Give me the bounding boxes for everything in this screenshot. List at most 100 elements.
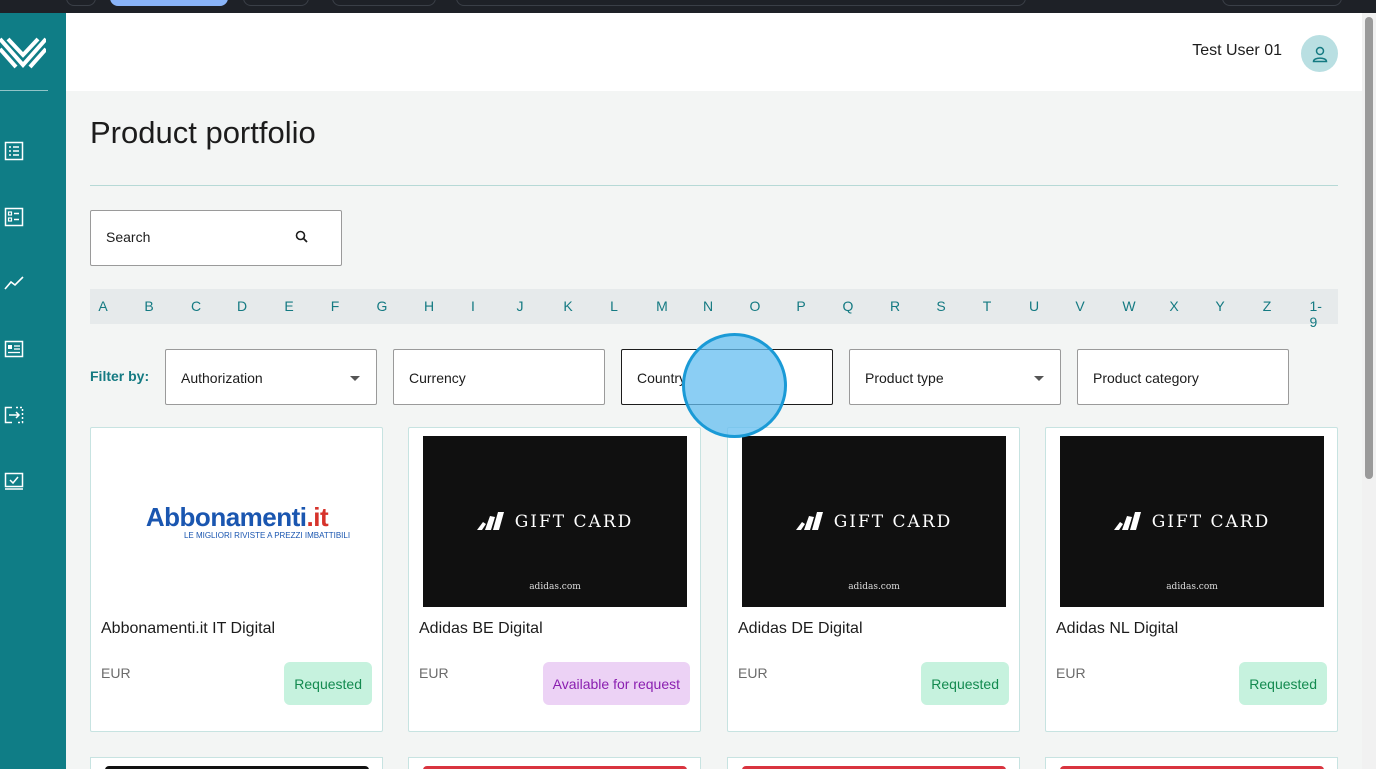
alphabet-letter-u[interactable]: U — [1029, 298, 1039, 314]
article-icon[interactable] — [4, 339, 24, 359]
authorization-label: Authorization — [181, 370, 263, 386]
gift-card-text: GIFT CARD — [1060, 512, 1324, 532]
alphabet-letter-j[interactable]: J — [517, 298, 524, 314]
product-card[interactable] — [90, 757, 383, 769]
search-box[interactable] — [90, 210, 342, 266]
list-icon[interactable] — [4, 141, 24, 161]
product-image-abbonamenti: Abbonamenti.it LE MIGLIORI RIVISTE A PRE… — [105, 436, 369, 607]
filter-by-label: Filter by: — [90, 368, 150, 384]
product-currency: EUR — [101, 665, 131, 681]
product-currency: EUR — [738, 665, 768, 681]
product-card[interactable]: GIFT CARD adidas.com Adidas BE Digital E… — [408, 427, 701, 732]
product-type-dropdown[interactable]: Product type — [849, 349, 1061, 405]
alphabet-letter-w[interactable]: W — [1122, 298, 1135, 314]
alphabet-letter-n[interactable]: N — [703, 298, 713, 314]
product-name[interactable]: Adidas BE Digital — [419, 620, 543, 638]
product-category-field[interactable]: Product category — [1077, 349, 1289, 405]
alphabet-letter-v[interactable]: V — [1075, 298, 1084, 314]
product-currency: EUR — [419, 665, 449, 681]
adidas-logo-icon — [795, 512, 823, 530]
product-card[interactable]: Abbonamenti.it LE MIGLIORI RIVISTE A PRE… — [90, 427, 383, 732]
country-label: Country — [637, 370, 687, 386]
alphabet-letter-f[interactable]: F — [331, 298, 340, 314]
alphabet-filter-bar: A B C D E F G H I J K L M N O P Q R S T U V W X Y Z 1-9 — [90, 289, 1338, 330]
click-indicator — [682, 333, 787, 438]
browser-address-bar[interactable] — [456, 0, 1026, 6]
alphabet-letter-z[interactable]: Z — [1263, 298, 1272, 314]
currency-label: Currency — [409, 370, 466, 386]
browser-tab-strip — [0, 0, 1376, 13]
gift-card-url: adidas.com — [529, 582, 581, 592]
title-divider — [90, 185, 1338, 186]
status-badge: Requested — [921, 662, 1009, 705]
chevron-down-icon — [1034, 376, 1044, 381]
browser-tab[interactable] — [1222, 0, 1342, 6]
search-input[interactable] — [106, 229, 286, 245]
gift-card-text: GIFT CARD — [423, 512, 687, 532]
product-card[interactable]: GIFT CARD adidas.com Adidas NL Digital E… — [1045, 427, 1338, 732]
alphabet-letter-q[interactable]: Q — [843, 298, 854, 314]
alphabet-letter-y[interactable]: Y — [1215, 298, 1224, 314]
currency-field[interactable]: Currency — [393, 349, 605, 405]
alphabet-letter-t[interactable]: T — [983, 298, 992, 314]
product-name[interactable]: Adidas DE Digital — [738, 620, 863, 638]
alphabet-letter-o[interactable]: O — [750, 298, 761, 314]
sidebar-divider — [0, 90, 48, 91]
product-image-adidas: GIFT CARD adidas.com — [1060, 436, 1324, 607]
sidebar — [0, 13, 66, 769]
product-card[interactable] — [408, 757, 701, 769]
checklist-icon[interactable] — [4, 207, 24, 227]
alphabet-letter-k[interactable]: K — [563, 298, 572, 314]
status-badge: Requested — [284, 662, 372, 705]
transfer-icon[interactable] — [4, 405, 24, 425]
product-image-adidas: GIFT CARD adidas.com — [742, 436, 1006, 607]
status-badge: Requested — [1239, 662, 1327, 705]
gift-card-url: adidas.com — [848, 582, 900, 592]
alphabet-letter-p[interactable]: P — [796, 298, 805, 314]
alphabet-letter-s[interactable]: S — [936, 298, 945, 314]
product-image-adidas: GIFT CARD adidas.com — [423, 436, 687, 607]
trend-chart-icon[interactable] — [4, 273, 24, 293]
browser-tab[interactable] — [243, 0, 309, 6]
abbonamenti-logo: Abbonamenti.it LE MIGLIORI RIVISTE A PRE… — [145, 502, 351, 540]
alphabet-letter-1-9[interactable]: 1-9 — [1310, 298, 1329, 330]
adidas-logo-icon — [476, 512, 504, 530]
browser-tab[interactable] — [66, 0, 96, 6]
user-name[interactable]: Test User 01 — [1192, 42, 1282, 60]
alphabet-letter-g[interactable]: G — [377, 298, 388, 314]
alphabet-letter-x[interactable]: X — [1169, 298, 1178, 314]
product-name[interactable]: Abbonamenti.it IT Digital — [101, 620, 275, 638]
alphabet-letter-b[interactable]: B — [144, 298, 153, 314]
alphabet-letter-l[interactable]: L — [610, 298, 618, 314]
chevron-down-icon — [350, 376, 360, 381]
approval-icon[interactable] — [4, 471, 24, 491]
product-name[interactable]: Adidas NL Digital — [1056, 620, 1178, 638]
search-icon[interactable] — [294, 229, 310, 245]
product-card[interactable] — [727, 757, 1020, 769]
alphabet-letter-i[interactable]: I — [471, 298, 475, 314]
adidas-logo-icon — [1113, 512, 1141, 530]
status-badge: Available for request — [542, 662, 690, 705]
user-avatar[interactable] — [1301, 35, 1338, 72]
alphabet-letter-m[interactable]: M — [656, 298, 668, 314]
browser-tab-active[interactable] — [110, 0, 228, 6]
alphabet-letter-d[interactable]: D — [237, 298, 247, 314]
alphabet-letter-r[interactable]: R — [890, 298, 900, 314]
alphabet-letter-e[interactable]: E — [284, 298, 293, 314]
gift-card-text: GIFT CARD — [742, 512, 1006, 532]
page-title: Product portfolio — [90, 115, 316, 150]
product-type-label: Product type — [865, 370, 944, 386]
alphabet-letter-h[interactable]: H — [424, 298, 434, 314]
alphabet-letter-c[interactable]: C — [191, 298, 201, 314]
alphabet-letter-a[interactable]: A — [98, 298, 107, 314]
user-icon — [1312, 46, 1327, 62]
browser-tab[interactable] — [332, 0, 436, 6]
brand-logo[interactable] — [0, 35, 46, 75]
scrollbar-thumb[interactable] — [1365, 17, 1373, 479]
product-card[interactable]: GIFT CARD adidas.com Adidas DE Digital E… — [727, 427, 1020, 732]
authorization-dropdown[interactable]: Authorization — [165, 349, 377, 405]
page-scrollbar[interactable] — [1362, 13, 1376, 769]
product-currency: EUR — [1056, 665, 1086, 681]
gift-card-url: adidas.com — [1166, 582, 1218, 592]
product-card[interactable] — [1045, 757, 1338, 769]
